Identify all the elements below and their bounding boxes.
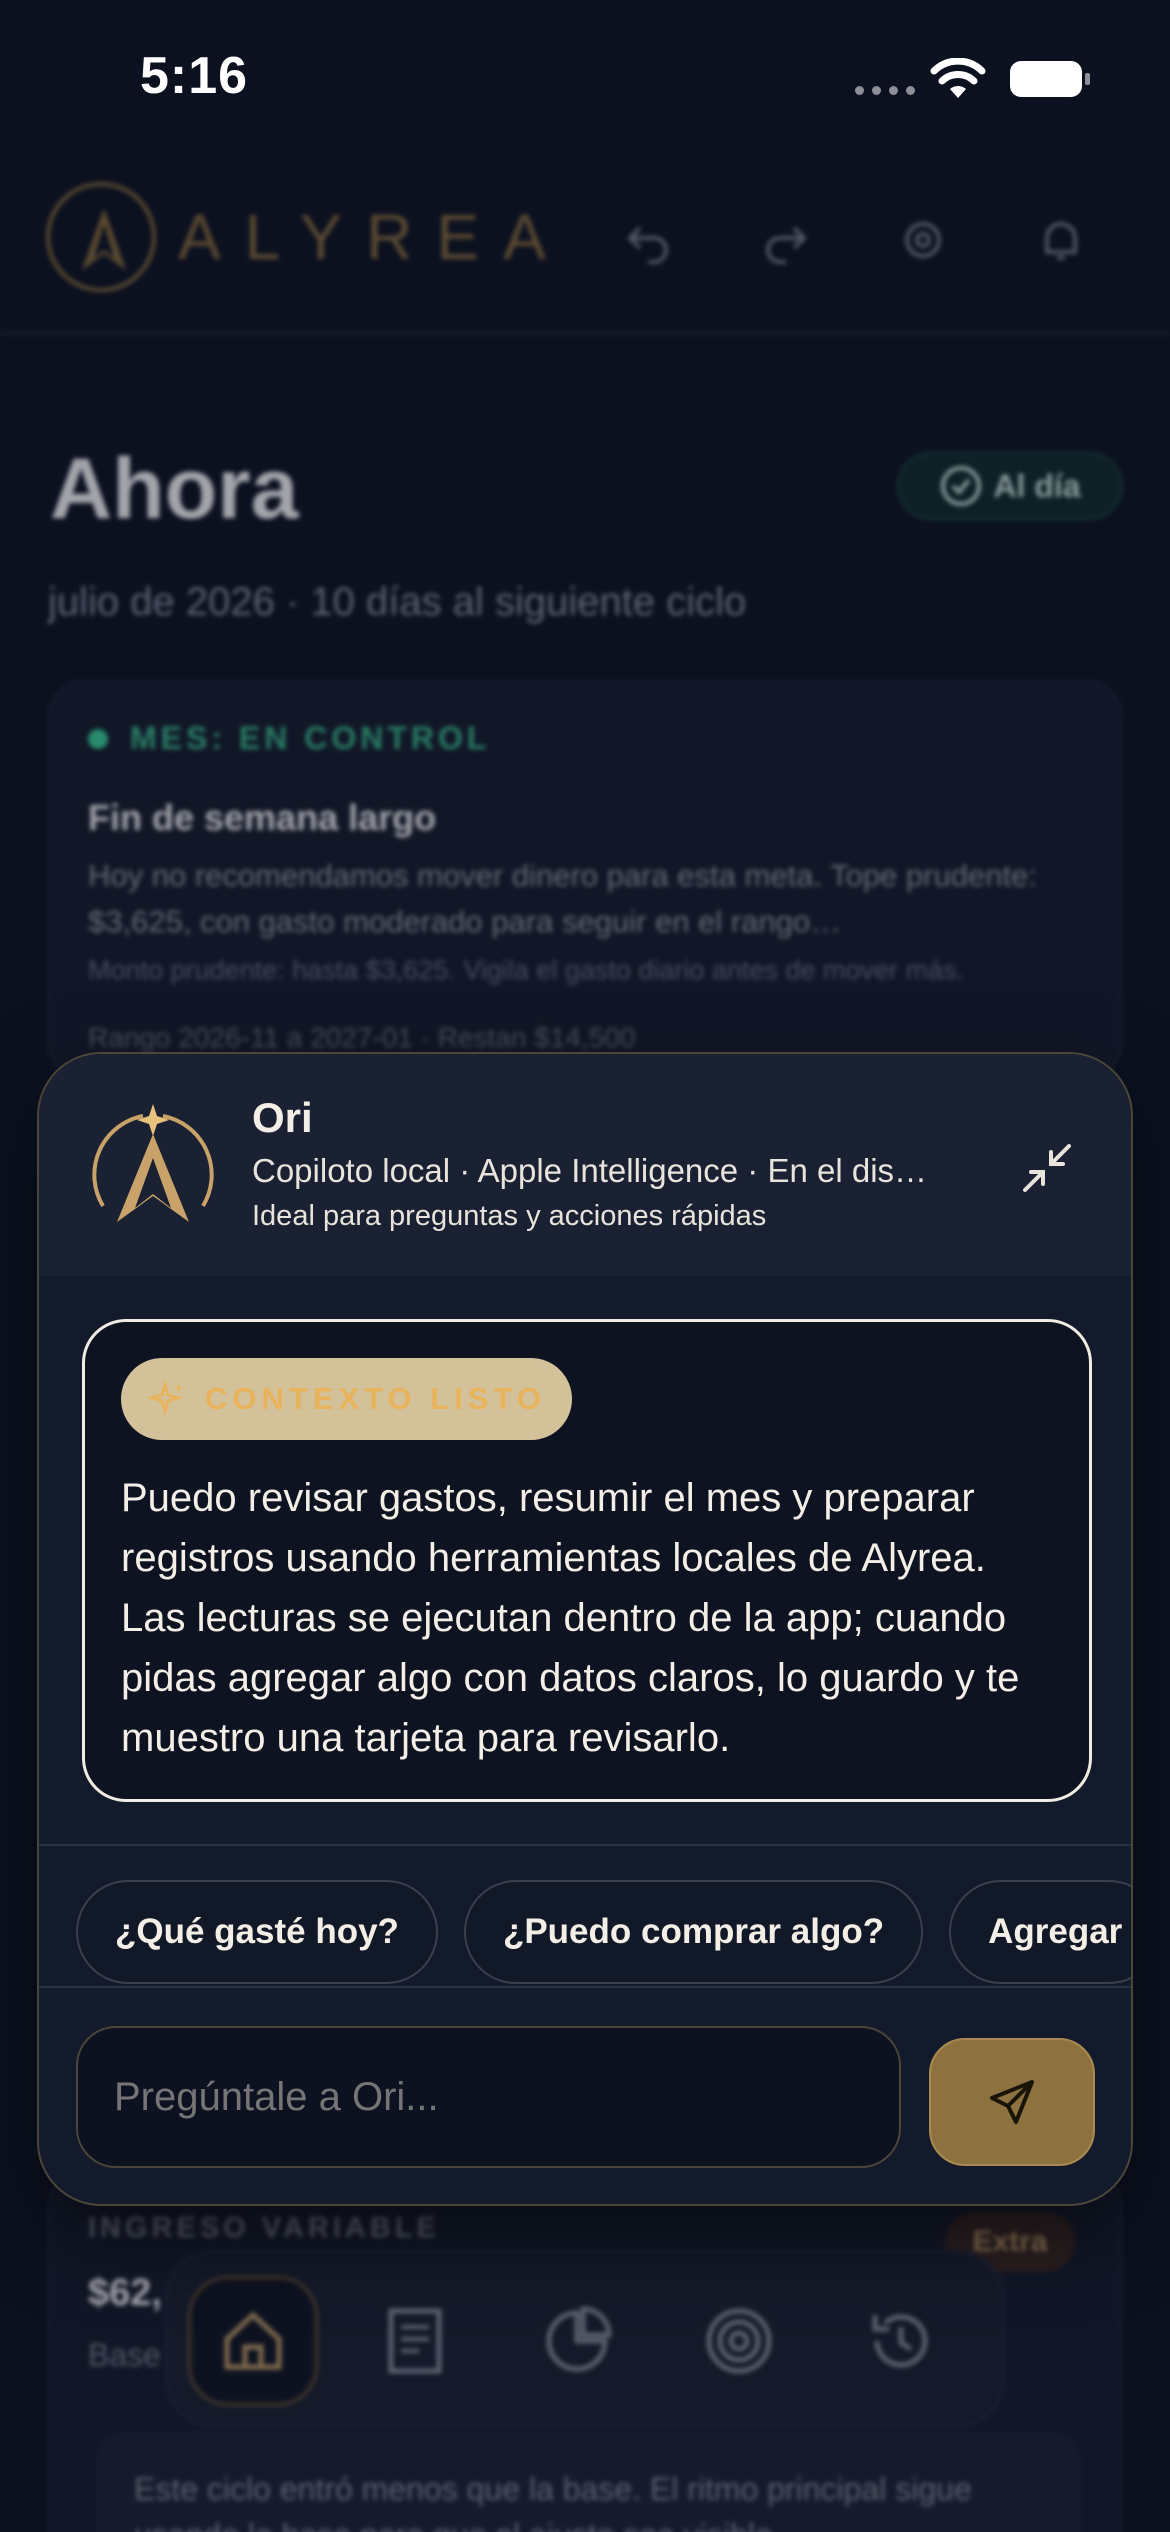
page-subtitle: julio de 2026 · 10 días al siguiente cic…: [48, 580, 747, 624]
ask-ori-input[interactable]: [76, 2026, 901, 2168]
month-status-card[interactable]: MES: EN CONTROL Fin de semana largo Hoy …: [48, 680, 1122, 1080]
assistant-message: CONTEXTO LISTO Puedo revisar gastos, res…: [82, 1319, 1092, 1802]
tab-history[interactable]: [836, 2276, 966, 2406]
ori-assistant-panel: Ori Copiloto local · Apple Intelligence …: [37, 1052, 1133, 2206]
brand-wordmark: ALYREA: [178, 201, 570, 273]
income-note: Este ciclo entró menos que la base. El r…: [96, 2432, 1081, 2532]
assistant-message-text: Puedo revisar gastos, resumir el mes y p…: [121, 1476, 1020, 1760]
undo-icon[interactable]: [618, 210, 678, 270]
ori-name: Ori: [252, 1094, 313, 1141]
income-value: $62,: [88, 2272, 162, 2314]
tab-goals[interactable]: [674, 2276, 804, 2406]
suggestions-row: ¿Qué gasté hoy? ¿Puedo comprar algo? Agr…: [76, 1880, 1131, 1984]
ori-logo: [92, 1104, 214, 1222]
context-ready-chip: CONTEXTO LISTO: [121, 1358, 572, 1440]
income-base: Base: [88, 2337, 161, 2373]
suggestion-chip[interactable]: Agregar: [949, 1880, 1131, 1984]
ori-subtitle: Copiloto local · Apple Intelligence · En…: [252, 1152, 942, 1189]
bell-icon[interactable]: [1031, 210, 1091, 270]
goal-title: Fin de semana largo: [88, 797, 437, 838]
check-circle-icon: [941, 466, 982, 506]
sparkles-icon: [147, 1379, 184, 1417]
goal-detail: Monto prudente: hasta $3,625. Vigila el …: [88, 955, 965, 985]
status-badge-label: Al día: [993, 467, 1081, 504]
month-status: MES: EN CONTROL: [88, 720, 1082, 757]
page-title: Ahora: [50, 441, 299, 537]
alyrea-logo: [46, 182, 156, 292]
status-badge: Al día: [897, 452, 1123, 520]
home-icon: [224, 2311, 282, 2370]
send-icon: [990, 2080, 1034, 2124]
wifi-icon: [930, 58, 986, 98]
status-time: 5:16: [140, 47, 249, 105]
target-icon: [706, 2308, 772, 2374]
tab-home[interactable]: [188, 2276, 318, 2406]
tab-bar: [165, 2250, 1005, 2428]
receipt-icon: [388, 2308, 442, 2374]
app-header: ALYREA: [0, 160, 1170, 335]
redo-icon[interactable]: [756, 210, 816, 270]
divider: [39, 1844, 1131, 1846]
pie-chart-icon: [546, 2306, 612, 2372]
ori-header: Ori Copiloto local · Apple Intelligence …: [39, 1054, 1131, 1276]
collapse-icon[interactable]: [1019, 1140, 1075, 1196]
gear-icon[interactable]: [893, 210, 953, 270]
tab-records[interactable]: [350, 2276, 480, 2406]
suggestion-chip[interactable]: ¿Qué gasté hoy?: [76, 1880, 438, 1984]
goal-description: Hoy no recomendamos mover dinero para es…: [88, 858, 1037, 939]
context-ready-label: CONTEXTO LISTO: [205, 1381, 546, 1416]
goal-range: Rango 2026-11 a 2027-01 · Restan $14,500: [88, 1022, 636, 1053]
month-status-label: MES: EN CONTROL: [130, 720, 491, 756]
divider: [39, 1986, 1131, 1988]
status-dot: [88, 728, 108, 749]
tab-stats[interactable]: [512, 2276, 642, 2406]
income-label: INGRESO VARIABLE: [88, 2212, 440, 2244]
status-bar: 5:16: [0, 0, 1170, 150]
history-icon: [872, 2314, 928, 2368]
signal-icon: [855, 86, 915, 95]
battery-icon: [1010, 61, 1090, 97]
ori-subtitle-secondary: Ideal para preguntas y acciones rápidas: [252, 1200, 767, 1232]
suggestion-chip[interactable]: ¿Puedo comprar algo?: [463, 1880, 924, 1984]
send-button[interactable]: [929, 2038, 1095, 2166]
